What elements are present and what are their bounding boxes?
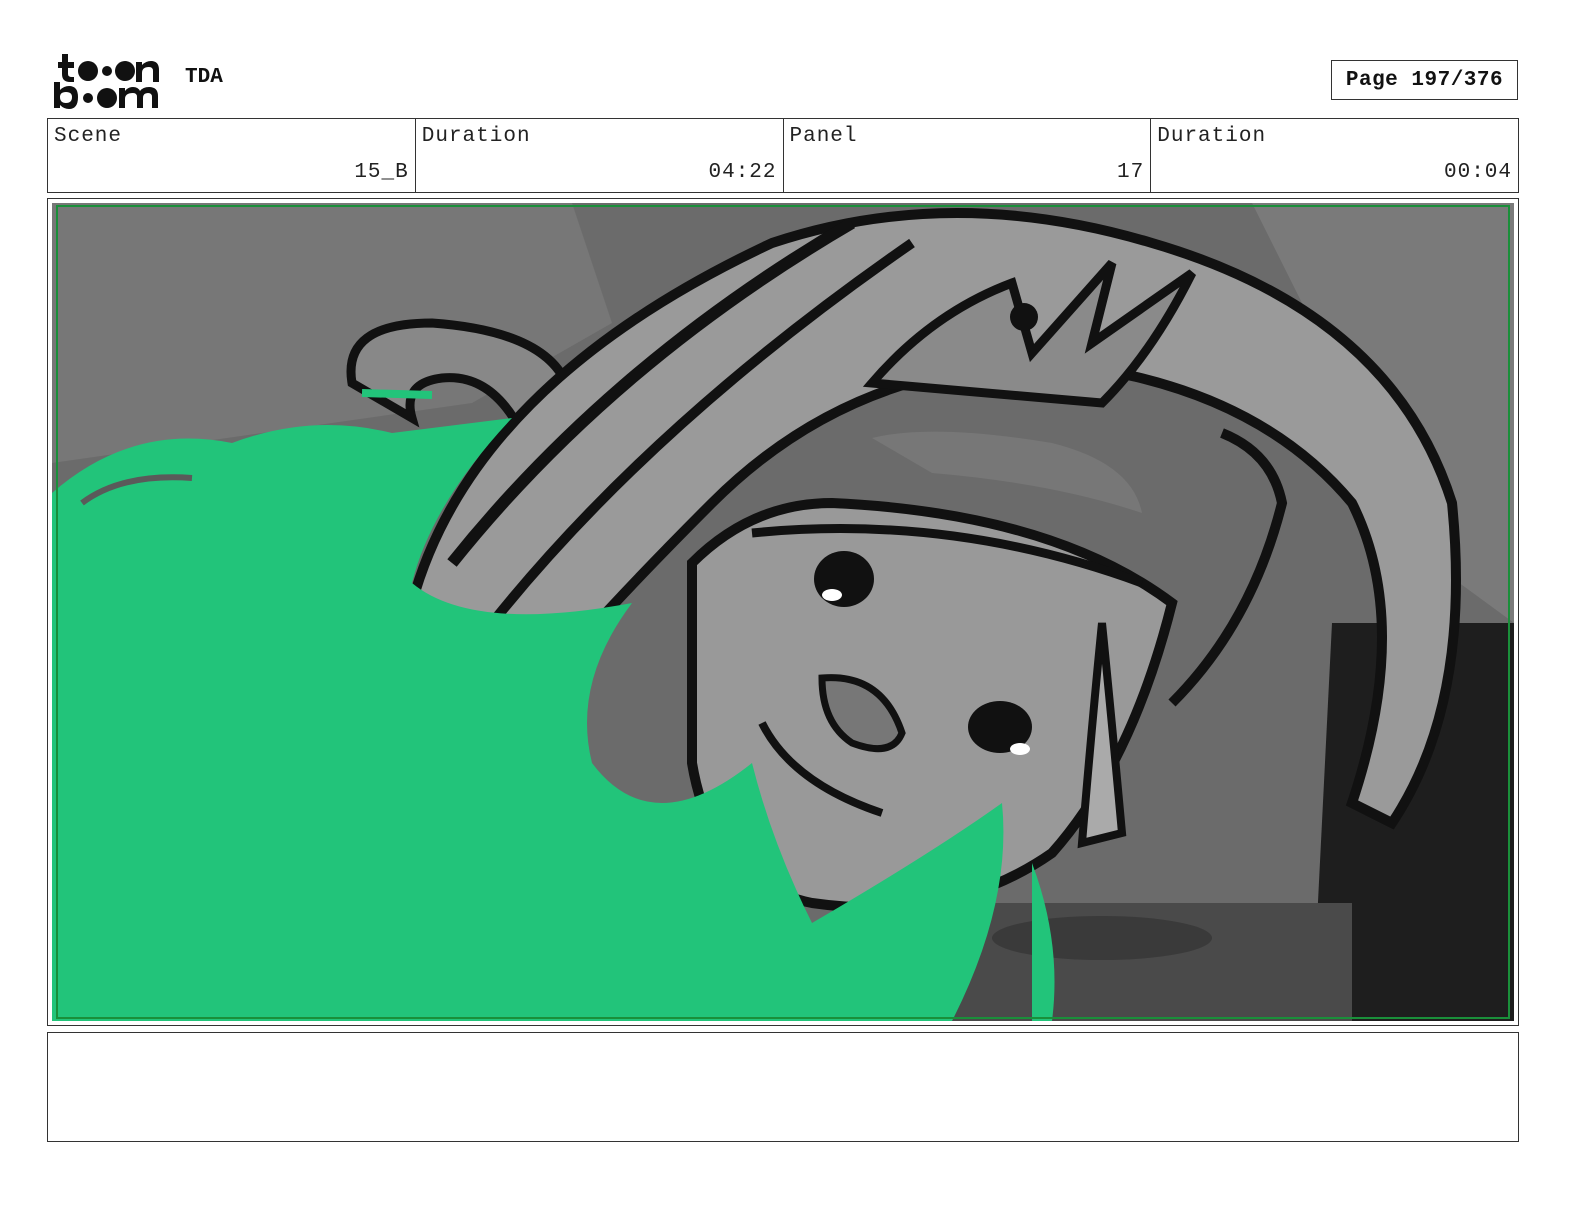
scene-label: Scene — [54, 125, 123, 148]
panel-duration-value: 00:04 — [1443, 161, 1512, 184]
page-number: Page 197/376 — [1331, 60, 1518, 100]
scene-duration-label: Duration — [421, 125, 531, 148]
storyboard-panel-image — [52, 203, 1514, 1021]
panel-info-bar: Scene 15_B Duration 04:22 Panel 17 Durat… — [47, 118, 1519, 193]
panel-notes-box[interactable] — [47, 1032, 1519, 1142]
scene-duration-cell: Duration 04:22 — [416, 119, 784, 192]
panel-cell: Panel 17 — [784, 119, 1152, 192]
panel-value: 17 — [1117, 161, 1145, 184]
scene-cell: Scene 15_B — [48, 119, 416, 192]
project-name: TDA — [185, 66, 223, 89]
panel-label: Panel — [789, 125, 858, 148]
scene-duration-value: 04:22 — [708, 161, 777, 184]
toonboom-logo — [52, 50, 164, 112]
panel-duration-cell: Duration 00:04 — [1151, 119, 1518, 192]
scene-value: 15_B — [354, 161, 409, 184]
panel-duration-label: Duration — [1157, 125, 1267, 148]
